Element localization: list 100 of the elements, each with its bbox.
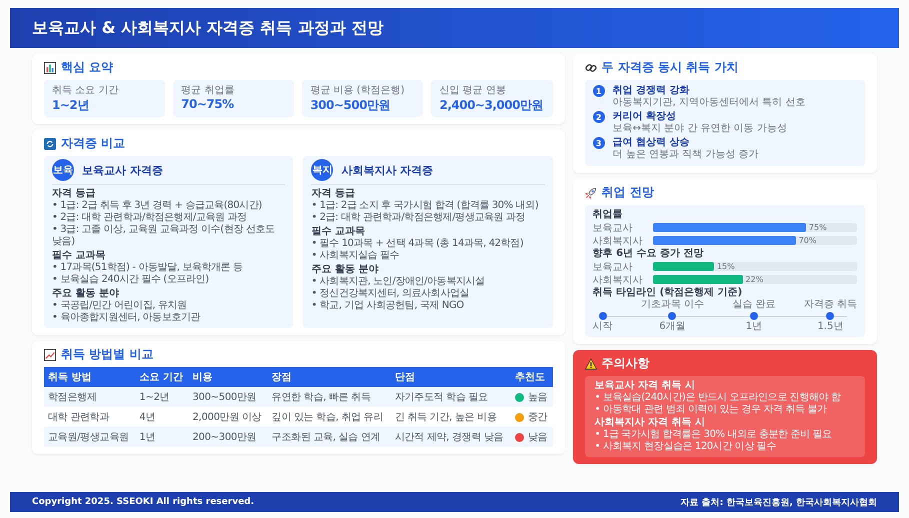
stat-label: 취득 소요 기간 bbox=[52, 84, 120, 97]
milestone-label: 자격증 취득 bbox=[804, 299, 857, 311]
subsection-heading: 자격 등급 bbox=[311, 187, 356, 200]
subsection-heading: 필수 교과목 bbox=[311, 225, 366, 238]
section-title: 자격증 비교 bbox=[61, 135, 126, 152]
column-header: 취득 방법 bbox=[44, 367, 136, 387]
bar-label: 사회복지사 bbox=[592, 274, 644, 286]
rocket-icon bbox=[584, 186, 597, 198]
stat-value: 300~500만원 bbox=[310, 97, 391, 114]
column-header: 비용 bbox=[188, 367, 268, 387]
bullet-text: • 1급: 2급 취득 후 3년 경력 + 승급교육(80시간) bbox=[52, 200, 263, 212]
timeline-dot bbox=[668, 312, 676, 320]
milestone-label: 실습 완료 bbox=[732, 299, 776, 311]
table-cell: 자기주도적 학습 필요 bbox=[390, 387, 511, 407]
section-title: 취득 방법별 비교 bbox=[61, 346, 154, 363]
table-cell: 유연한 학습, 빠른 취득 bbox=[268, 387, 391, 407]
subsection-heading: 필수 교과목 bbox=[52, 249, 106, 262]
table-cell: 300~500만원 bbox=[188, 387, 268, 407]
bar-value: 75% bbox=[808, 223, 827, 232]
table-cell: 시간적 제약, 경쟁력 낮음 bbox=[390, 427, 511, 447]
copyright-text: Copyright 2025. SSEOKI All rights reserved. bbox=[32, 497, 254, 507]
bar-value: 70% bbox=[798, 236, 816, 245]
column-header: 장점 bbox=[268, 367, 391, 387]
bullet-text: • 보육실습 240시간 필수 (오프라인) bbox=[52, 274, 210, 286]
bullet-text: • 학교, 기업 사회공헌팀, 국제 NGO bbox=[311, 300, 465, 312]
time-label: 1.5년 bbox=[817, 321, 844, 333]
timeline-dot bbox=[598, 312, 607, 320]
certificate-name: 사회복지사 자격증 bbox=[341, 162, 434, 178]
subsection-heading: 자격 등급 bbox=[52, 187, 96, 200]
bar-label: 사회복지사 bbox=[592, 234, 644, 248]
caution-text: • 1급 국가시험 합격률은 30% 내외로 충분한 준비 필요 bbox=[594, 429, 833, 441]
caution-text: • 사회복지 현장실습은 120시간 이상 필수 bbox=[594, 441, 777, 453]
stat-label: 평균 취업률 bbox=[181, 84, 236, 97]
time-label: 1년 bbox=[746, 321, 762, 333]
bar-value: 15% bbox=[716, 262, 735, 271]
table-cell: 학점은행제 bbox=[44, 387, 136, 407]
table-cell: 1~2년 bbox=[135, 387, 188, 407]
stat-label: 평균 비용 (학점은행) bbox=[310, 84, 406, 97]
stat-value: 1~2년 bbox=[52, 97, 90, 114]
line-chart-icon bbox=[44, 348, 56, 360]
table-cell: 200~300만원 bbox=[188, 427, 268, 447]
source-text: 자료 출처: 한국보육진흥원, 한국사회복지사협회 bbox=[680, 496, 877, 508]
link-icon bbox=[584, 62, 597, 74]
recommendation-text: 높음 bbox=[528, 391, 548, 404]
bar-label: 보육교사 bbox=[592, 260, 634, 274]
column-header: 소요 기간 bbox=[135, 367, 188, 387]
timeline-heading: 취득 타임라인 (학점은행제 기준) bbox=[592, 286, 744, 299]
bullet-text: • 3급: 고졸 이상, 교육원 교육과정 이수(현장 선호도 낮음) bbox=[52, 224, 276, 248]
bullet-text: • 정신건강복지센터, 의료사회사업실 bbox=[311, 288, 470, 300]
benefit-description: 아동복지기관, 지역아동센터에서 특히 선호 bbox=[612, 97, 806, 109]
bullet-text: • 2급: 대학 관련학과/학점은행제/교육원 과정 bbox=[52, 212, 248, 224]
table-cell: 4년 bbox=[135, 407, 188, 427]
bar-label: 보육교사 bbox=[592, 222, 634, 234]
bullet-text: • 필수 10과목 + 선택 4과목 (총 14과목, 42학점) bbox=[311, 238, 524, 250]
caution-text: • 아동학대 관련 범죄 이력이 있는 경우 자격 취득 불가 bbox=[594, 404, 828, 416]
milestone-label: 기초과목 이수 bbox=[640, 299, 704, 311]
recommendation-text: 낮음 bbox=[528, 431, 548, 444]
recommendation-text: 중간 bbox=[528, 411, 548, 424]
column-header: 단점 bbox=[390, 367, 511, 387]
table-cell: 1년 bbox=[135, 427, 188, 447]
subsection-heading: 주요 활동 분야 bbox=[311, 263, 380, 276]
chart-heading: 향후 6년 수요 증가 전망 bbox=[592, 247, 705, 260]
section-title: 취업 전망 bbox=[602, 184, 654, 201]
section-title: 주의사항 bbox=[602, 355, 650, 372]
bullet-text: • 사회복지관, 노인/장애인/아동복지시설 bbox=[311, 276, 486, 288]
caution-heading: 사회복지사 자격 취득 시 bbox=[594, 416, 706, 429]
benefit-title: 취업 경쟁력 강화 bbox=[612, 84, 691, 97]
number-badge: 2 bbox=[592, 111, 605, 123]
bullet-text: • 육아종합지원센터, 아동보호기관 bbox=[52, 312, 202, 324]
section-title: 두 자격증 동시 취득 가치 bbox=[602, 59, 738, 76]
bullet-text: • 사회복지실습 필수 bbox=[311, 250, 400, 262]
warning-icon bbox=[584, 358, 597, 370]
chart-heading: 취업률 bbox=[592, 208, 624, 221]
table-cell: 긴 취득 기간, 높은 비용 bbox=[390, 407, 511, 427]
table-cell: 2,000만원 이상 bbox=[188, 407, 268, 427]
bullet-text: • 2급: 대학 관련학과/학점은행제/평생교육원 과정 bbox=[311, 212, 526, 224]
stat-value: 2,400~3,000만원 bbox=[439, 97, 544, 114]
table-cell: 교육원/평생교육원 bbox=[44, 427, 136, 447]
stat-label: 신입 평균 연봉 bbox=[439, 84, 507, 97]
table-cell: 대학 관련학과 bbox=[44, 407, 136, 427]
page-title: 보육교사 & 사회복지사 자격증 취득 과정과 전망 bbox=[32, 18, 384, 38]
certificate-badge: 복지 bbox=[311, 159, 334, 181]
timeline-dot bbox=[826, 312, 834, 320]
certificate-badge: 보육 bbox=[52, 159, 74, 181]
table-cell: 구조화된 교육, 실습 연계 bbox=[268, 427, 391, 447]
bullet-text: • 1급: 2급 소지 후 국가시험 합격 (합격률 30% 내외) bbox=[311, 200, 540, 212]
benefit-description: 더 높은 연봉과 직책 가능성 증가 bbox=[612, 149, 759, 161]
number-badge: 3 bbox=[592, 137, 605, 149]
subsection-heading: 주요 활동 분야 bbox=[52, 287, 120, 300]
section-title: 핵심 요약 bbox=[61, 59, 114, 76]
certificate-name: 보육교사 자격증 bbox=[82, 162, 163, 178]
bar-value: 22% bbox=[746, 275, 764, 284]
column-header: 추천도 bbox=[510, 367, 553, 387]
number-badge: 1 bbox=[592, 85, 605, 97]
bar-chart-icon bbox=[44, 62, 56, 74]
benefit-title: 급여 협상력 상승 bbox=[612, 136, 691, 149]
bullet-text: • 국공립/민간 어린이집, 유치원 bbox=[52, 300, 188, 312]
refresh-icon bbox=[44, 138, 56, 150]
stat-value: 70~75% bbox=[181, 97, 235, 111]
timeline-dot bbox=[750, 312, 758, 320]
